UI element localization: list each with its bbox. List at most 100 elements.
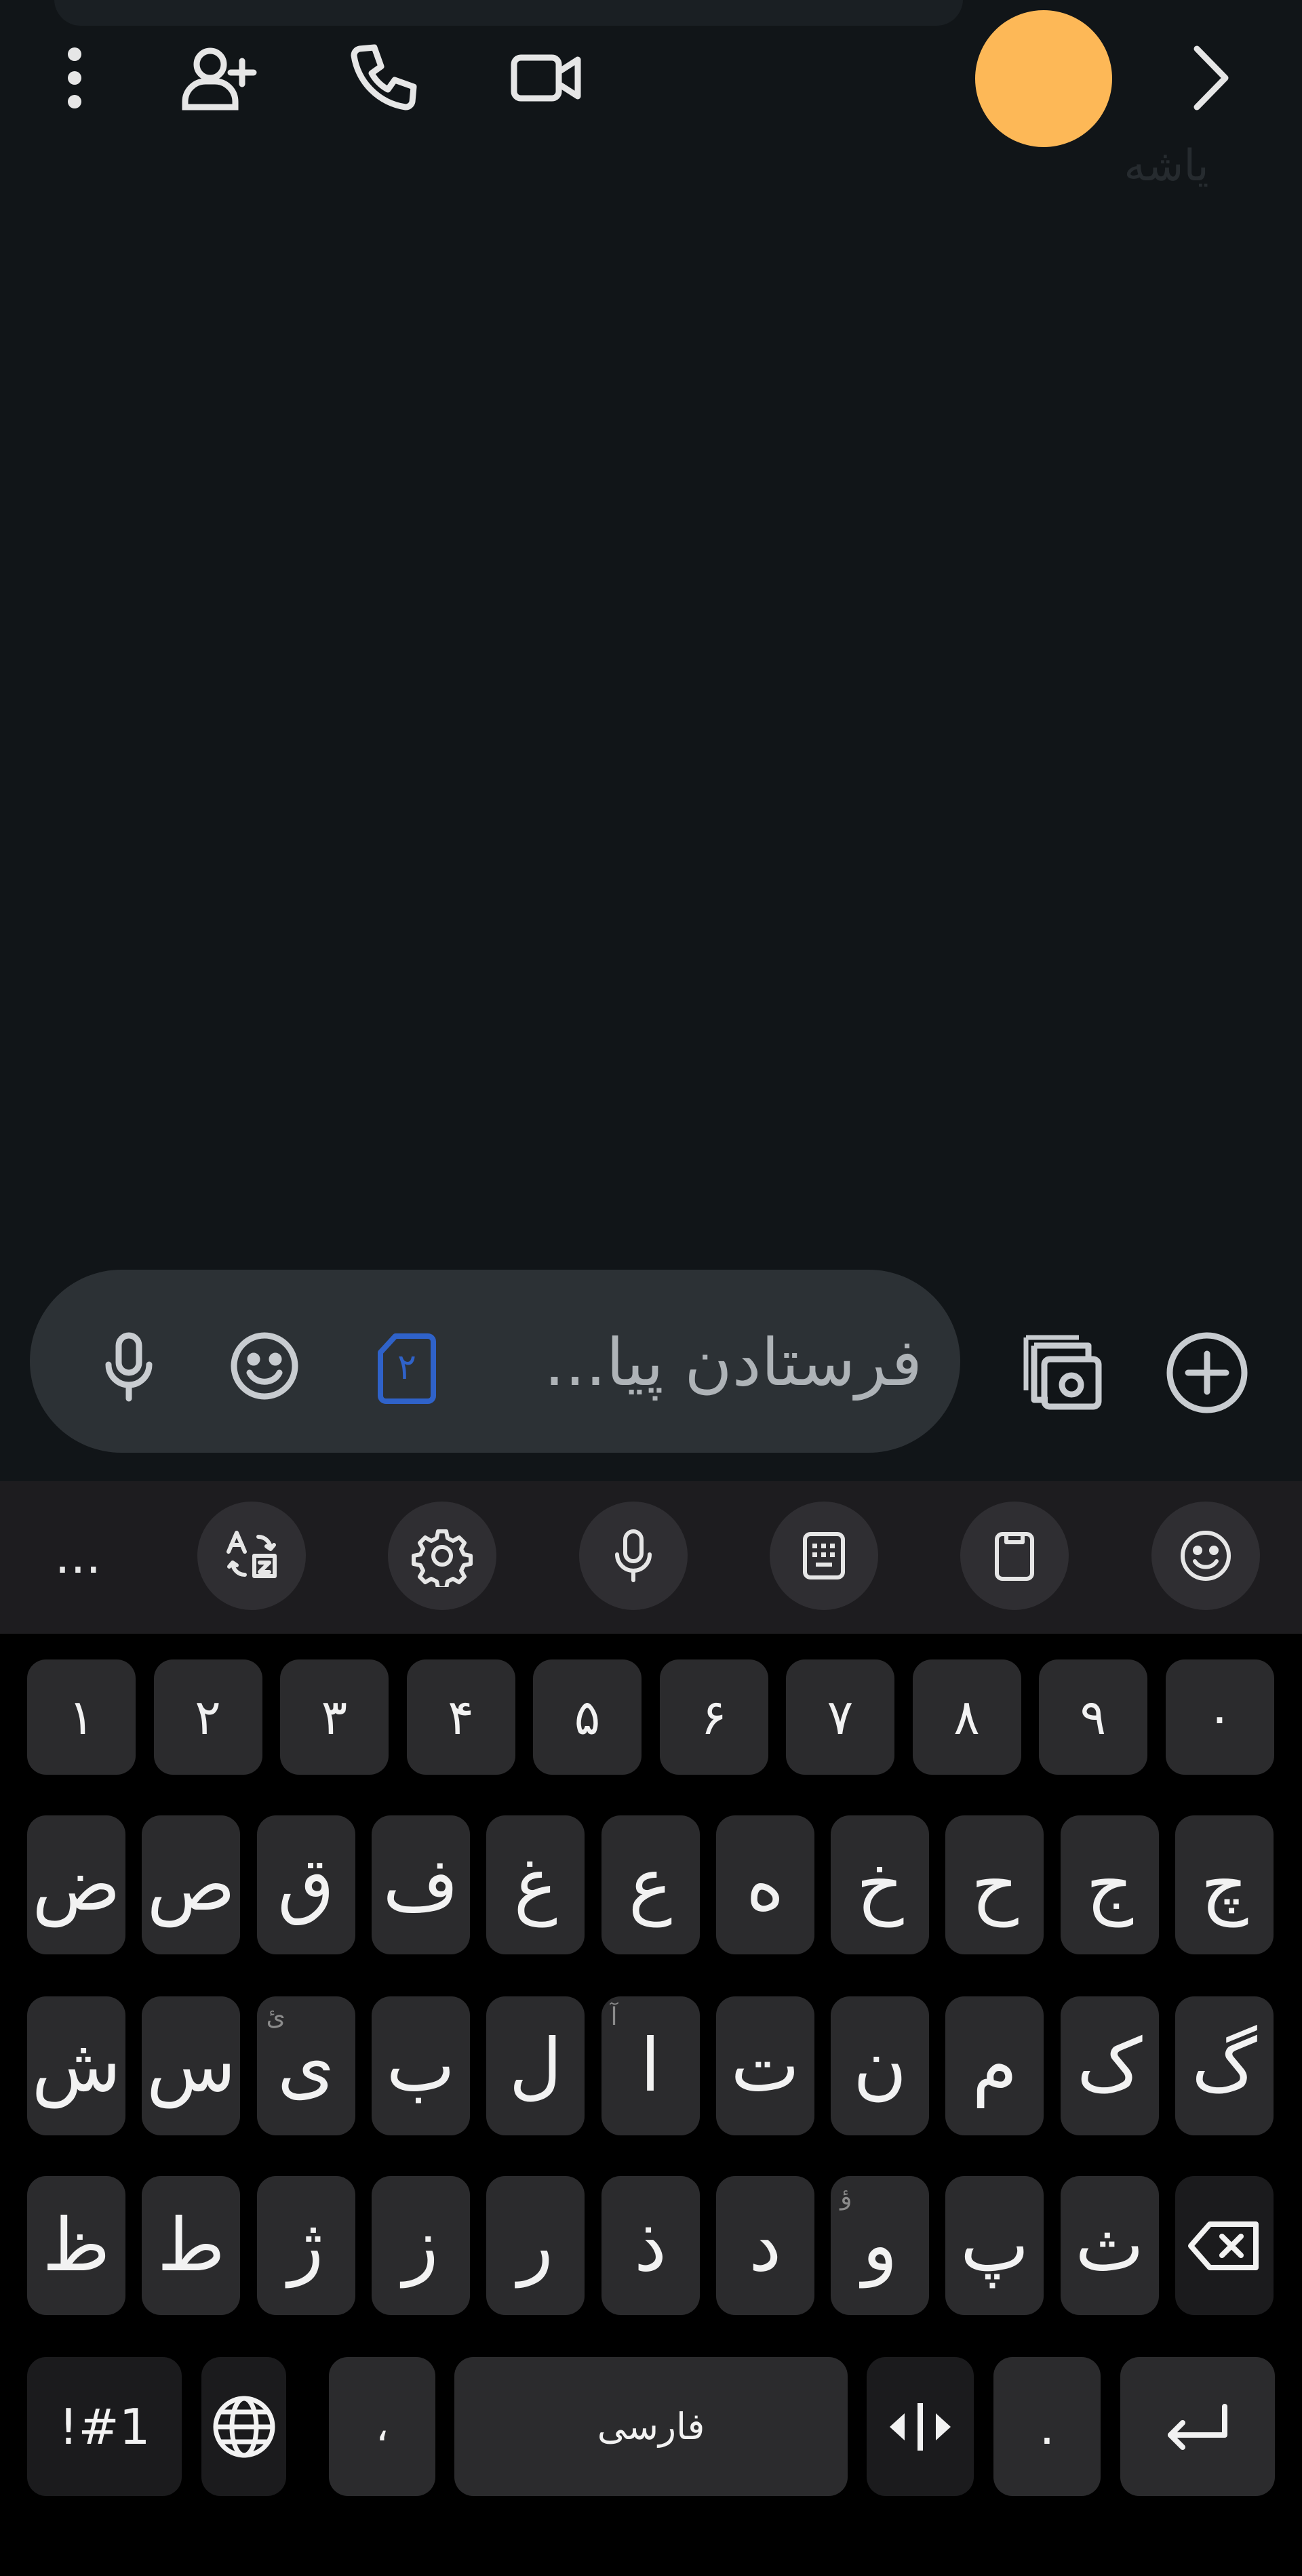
letter-key[interactable]: ژ (256, 2176, 355, 2315)
letter-key[interactable]: ع (601, 1815, 700, 1954)
key-label: ۳ (321, 1689, 348, 1746)
number-key[interactable]: ۵ (533, 1659, 642, 1775)
number-key[interactable]: ۳ (280, 1659, 389, 1775)
letter-key[interactable]: ت (715, 1996, 814, 2135)
key-label: پ (960, 2203, 1029, 2288)
top-banner (54, 0, 963, 26)
space-key[interactable]: فارسی (454, 2357, 848, 2496)
letter-key[interactable]: اآ (601, 1996, 700, 2135)
letter-key[interactable]: ض (27, 1815, 125, 1954)
number-key[interactable]: ۸ (912, 1659, 1021, 1775)
backspace-icon (1187, 2221, 1259, 2270)
letter-key[interactable]: ص (142, 1815, 241, 1954)
key-label: ۰ (1206, 1689, 1233, 1746)
key-label: ۷ (827, 1689, 854, 1746)
key-label: ۱ (68, 1689, 95, 1746)
letter-key[interactable]: ز (371, 2176, 470, 2315)
enter-key[interactable] (1120, 2357, 1275, 2496)
translate-icon[interactable] (197, 1502, 306, 1610)
key-hint: آ (610, 2003, 618, 2031)
key-label: ۶ (701, 1689, 727, 1746)
key-label: ی (277, 2024, 335, 2108)
number-key[interactable]: ۱ (27, 1659, 136, 1775)
letter-key[interactable]: ط (142, 2176, 241, 2315)
gallery-camera-icon[interactable] (1014, 1325, 1109, 1420)
emoji-keyboard-icon[interactable] (1151, 1502, 1260, 1610)
letter-key[interactable]: وؤ (831, 2176, 930, 2315)
letter-key[interactable]: ه (715, 1815, 814, 1954)
letter-key[interactable]: ب (371, 1996, 470, 2135)
key-label: ۹ (1080, 1689, 1107, 1746)
key-label: ا (639, 2024, 660, 2108)
letter-key[interactable]: ش (27, 1996, 125, 2135)
key-label: ف (382, 1843, 459, 1927)
sim-selector-icon[interactable]: ۲ (376, 1332, 437, 1405)
symbols-key[interactable]: !#1 (27, 2357, 182, 2496)
keyboard-layout-icon[interactable] (770, 1502, 878, 1610)
letter-key[interactable]: ث (1060, 2176, 1159, 2315)
letter-key[interactable]: ج (1060, 1815, 1159, 1954)
number-key[interactable]: ۰ (1165, 1659, 1274, 1775)
sim-number: ۲ (397, 1347, 416, 1388)
cursor-control-key[interactable] (867, 2357, 974, 2496)
key-label: ۴ (448, 1689, 474, 1746)
number-key[interactable]: ۶ (659, 1659, 768, 1775)
video-call-icon[interactable] (502, 34, 590, 122)
comma-key[interactable]: ، (329, 2357, 435, 2496)
number-key[interactable]: ۹ (1039, 1659, 1147, 1775)
mic-icon[interactable] (88, 1325, 170, 1407)
letter-key[interactable]: چ (1175, 1815, 1274, 1954)
key-label: خ (856, 1843, 904, 1927)
key-label: ط (157, 2203, 225, 2288)
settings-icon[interactable] (388, 1502, 496, 1610)
letter-key[interactable]: ق (256, 1815, 355, 1954)
letter-key[interactable]: ظ (27, 2176, 125, 2315)
more-vert-icon[interactable] (31, 34, 119, 122)
letter-key[interactable]: یئ (256, 1996, 355, 2135)
letter-key[interactable]: ن (831, 1996, 930, 2135)
clipboard-icon[interactable] (960, 1502, 1069, 1610)
key-label: ص (146, 1843, 236, 1927)
language-key[interactable] (201, 2357, 286, 2496)
letter-key[interactable]: غ (486, 1815, 585, 1954)
key-label: ژ (288, 2203, 324, 2288)
key-label: ل (509, 2024, 562, 2108)
letter-key[interactable]: ک (1060, 1996, 1159, 2135)
add-attachment-icon[interactable] (1160, 1325, 1255, 1420)
voice-input-icon[interactable] (579, 1502, 688, 1610)
key-label: ۸ (953, 1689, 980, 1746)
emoji-icon[interactable] (224, 1325, 305, 1407)
letter-key[interactable]: س (142, 1996, 241, 2135)
phone-icon[interactable] (339, 34, 427, 122)
key-label: ش (31, 2024, 121, 2108)
key-label: چ (1200, 1843, 1248, 1927)
backspace-key[interactable] (1175, 2176, 1274, 2315)
period-key[interactable]: . (993, 2357, 1101, 2496)
toolbar-more-button[interactable]: ... (37, 1522, 119, 1590)
message-input[interactable] (468, 1312, 922, 1413)
add-person-icon[interactable] (173, 34, 261, 122)
key-label: ۲ (195, 1689, 221, 1746)
number-key[interactable]: ۲ (153, 1659, 262, 1775)
key-label: غ (513, 1843, 557, 1927)
number-key[interactable]: ۴ (406, 1659, 515, 1775)
key-label: ذ (633, 2203, 667, 2288)
letter-key[interactable]: ذ (601, 2176, 700, 2315)
letter-key[interactable]: ف (371, 1815, 470, 1954)
letter-key[interactable]: گ (1175, 1996, 1274, 2135)
key-label: ر (517, 2203, 553, 2288)
chevron-right-icon[interactable] (1166, 34, 1255, 122)
letter-key[interactable]: ح (945, 1815, 1044, 1954)
letter-key[interactable]: خ (831, 1815, 930, 1954)
letter-key[interactable]: د (715, 2176, 814, 2315)
letter-key[interactable]: پ (945, 2176, 1044, 2315)
key-label: ح (971, 1843, 1019, 1927)
number-key[interactable]: ۷ (786, 1659, 894, 1775)
key-label: ک (1076, 2024, 1143, 2108)
key-label: گ (1191, 2024, 1257, 2108)
letter-key[interactable]: ر (486, 2176, 585, 2315)
avatar[interactable] (975, 10, 1112, 147)
key-label: د (749, 2203, 782, 2288)
letter-key[interactable]: م (945, 1996, 1044, 2135)
letter-key[interactable]: ل (486, 1996, 585, 2135)
